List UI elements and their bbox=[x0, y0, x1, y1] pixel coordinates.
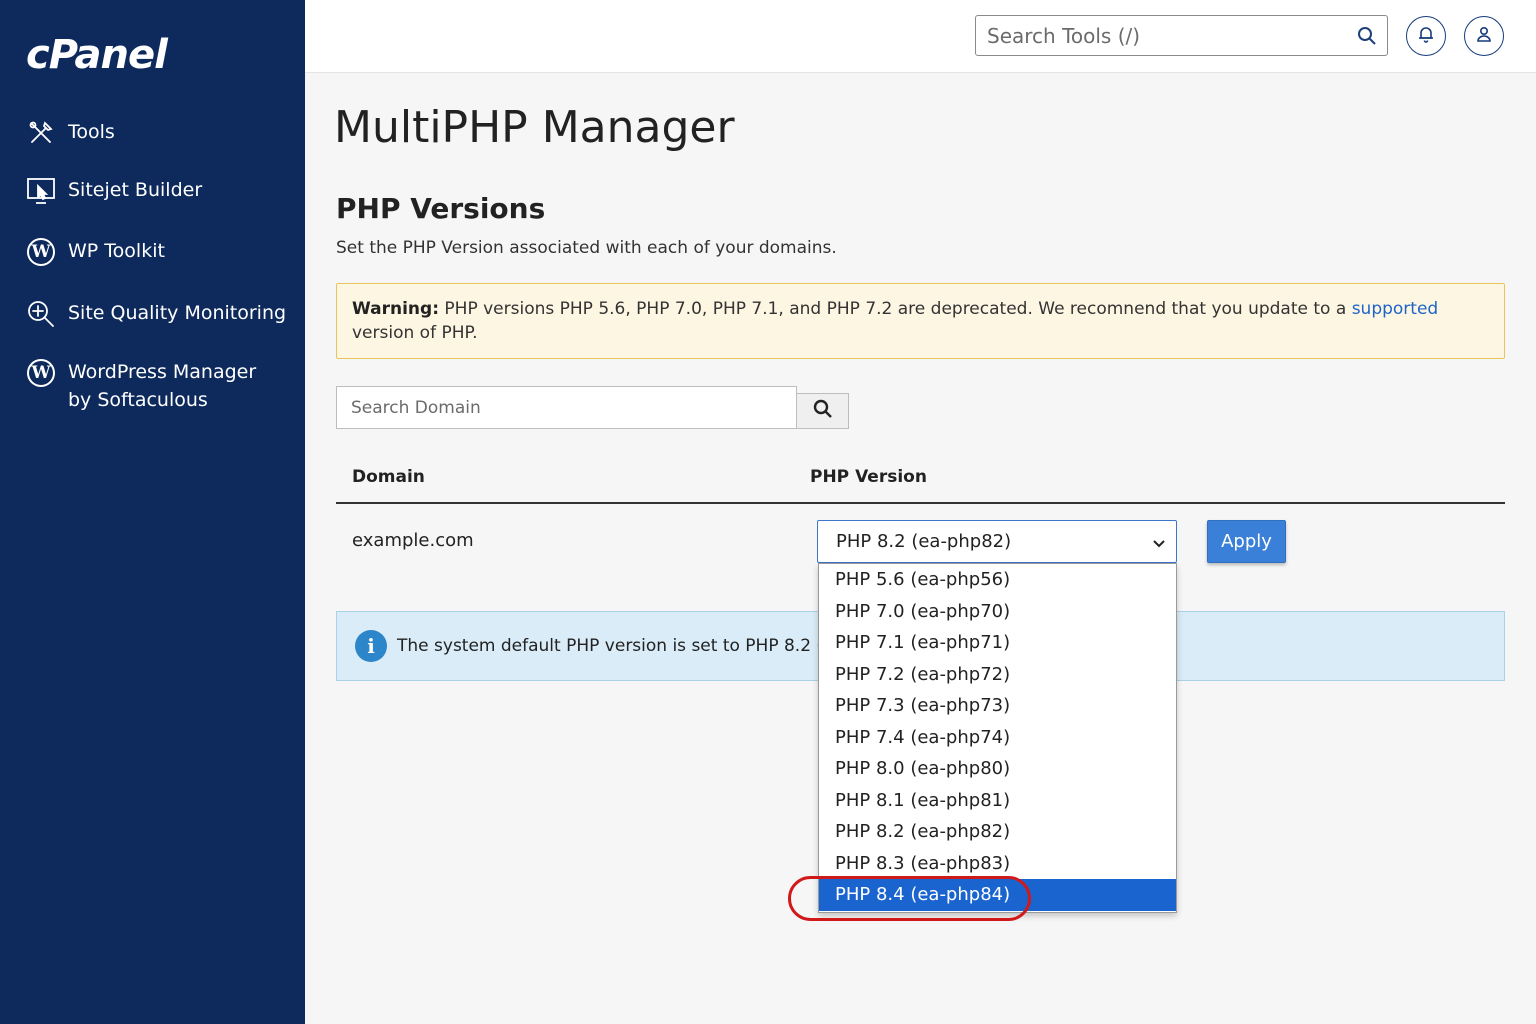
page-title: MultiPHP Manager bbox=[334, 102, 735, 153]
user-icon bbox=[1475, 25, 1493, 47]
notifications-button[interactable] bbox=[1406, 16, 1446, 56]
dropdown-option[interactable]: PHP 7.3 (ea-php73) bbox=[819, 690, 1176, 722]
supported-link[interactable]: supported bbox=[1352, 299, 1439, 319]
warning-text-end: version of PHP. bbox=[352, 323, 478, 343]
warning-label: Warning: bbox=[352, 299, 440, 319]
dropdown-option[interactable]: PHP 5.6 (ea-php56) bbox=[819, 564, 1176, 596]
dropdown-option[interactable]: PHP 8.1 (ea-php81) bbox=[819, 785, 1176, 817]
tool-search[interactable] bbox=[975, 15, 1388, 56]
sidebar-item-wordpress-manager[interactable]: W WordPress Manager by Softaculous bbox=[26, 358, 256, 414]
section-description: Set the PHP Version associated with each… bbox=[336, 238, 837, 258]
column-header-domain[interactable]: Domain bbox=[352, 467, 425, 487]
sidebar-item-sitejet-builder[interactable]: Sitejet Builder bbox=[26, 176, 202, 206]
table-header-divider bbox=[336, 502, 1505, 504]
dropdown-option[interactable]: PHP 7.4 (ea-php74) bbox=[819, 722, 1176, 754]
dropdown-option[interactable]: PHP 8.3 (ea-php83) bbox=[819, 848, 1176, 880]
chevron-down-icon bbox=[1152, 534, 1166, 555]
dropdown-option[interactable]: PHP 7.1 (ea-php71) bbox=[819, 627, 1176, 659]
sidebar-item-label: Site Quality Monitoring bbox=[68, 302, 287, 324]
tools-icon bbox=[26, 118, 56, 148]
deprecation-warning: Warning: PHP versions PHP 5.6, PHP 7.0, … bbox=[336, 283, 1505, 359]
search-tools-input[interactable] bbox=[976, 16, 1347, 55]
php-version-select[interactable]: PHP 8.2 (ea-php82) bbox=[817, 520, 1177, 563]
sidebar-item-site-quality-monitoring[interactable]: Site Quality Monitoring bbox=[26, 299, 286, 329]
bell-icon bbox=[1417, 25, 1435, 47]
search-icon bbox=[813, 399, 833, 423]
search-icon[interactable] bbox=[1347, 16, 1387, 55]
php-version-selected: PHP 8.2 (ea-php82) bbox=[836, 531, 1012, 552]
info-text: The system default PHP version is set to… bbox=[397, 636, 844, 656]
user-menu-button[interactable] bbox=[1464, 16, 1504, 56]
top-header bbox=[305, 0, 1536, 73]
sidebar-item-label: Tools bbox=[68, 121, 115, 143]
sidebar-item-label: WordPress Manager by Softaculous bbox=[68, 361, 257, 411]
domain-search[interactable] bbox=[336, 386, 797, 429]
section-title: PHP Versions bbox=[336, 192, 546, 225]
domain-search-button[interactable] bbox=[796, 393, 849, 429]
dropdown-option[interactable]: PHP 7.2 (ea-php72) bbox=[819, 659, 1176, 691]
info-icon: i bbox=[355, 630, 387, 662]
search-plus-icon bbox=[26, 299, 56, 329]
search-domain-input[interactable] bbox=[337, 387, 796, 428]
sidebar-item-label: WP Toolkit bbox=[68, 240, 165, 262]
dropdown-option-highlighted[interactable]: PHP 8.4 (ea-php84) bbox=[819, 879, 1176, 911]
dropdown-option[interactable]: PHP 8.2 (ea-php82) bbox=[819, 816, 1176, 848]
wordpress-icon: W bbox=[26, 237, 56, 267]
domain-cell: example.com bbox=[352, 530, 474, 551]
dropdown-option[interactable]: PHP 7.0 (ea-php70) bbox=[819, 596, 1176, 628]
warning-text: PHP versions PHP 5.6, PHP 7.0, PHP 7.1, … bbox=[444, 299, 1347, 319]
sidebar-item-wp-toolkit[interactable]: W WP Toolkit bbox=[26, 237, 165, 267]
sidebar: cPanel Tools Sitejet Builder W WP Toolki… bbox=[0, 0, 305, 1024]
column-header-php-version[interactable]: PHP Version bbox=[810, 467, 927, 487]
sidebar-item-label: Sitejet Builder bbox=[68, 179, 203, 201]
cpanel-logo[interactable]: cPanel bbox=[26, 32, 168, 78]
php-version-dropdown[interactable]: PHP 5.6 (ea-php56) PHP 7.0 (ea-php70) PH… bbox=[818, 563, 1177, 913]
monitor-icon bbox=[26, 176, 56, 206]
apply-button[interactable]: Apply bbox=[1207, 520, 1286, 563]
dropdown-option[interactable]: PHP 8.0 (ea-php80) bbox=[819, 753, 1176, 785]
sidebar-item-tools[interactable]: Tools bbox=[26, 118, 115, 148]
wordpress-icon: W bbox=[26, 358, 56, 388]
